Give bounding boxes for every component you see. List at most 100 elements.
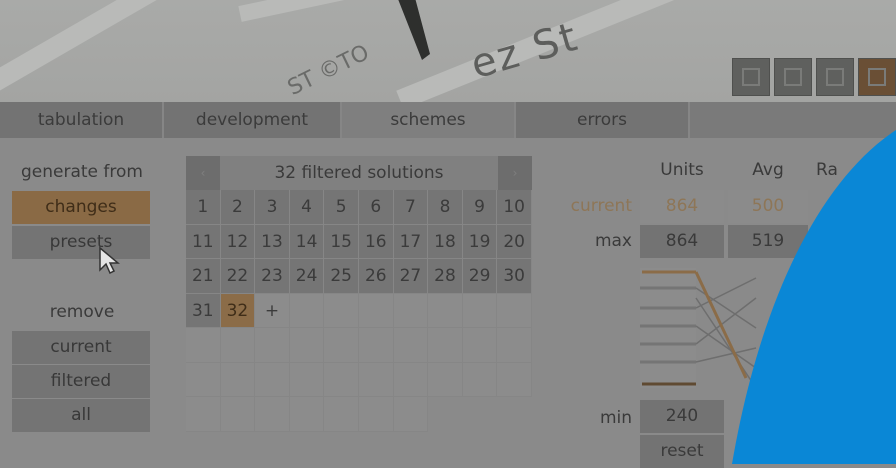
empty-solution-slot [428, 328, 463, 363]
empty-solution-slot [358, 293, 394, 328]
empty-solution-slot [220, 362, 256, 397]
map-tool-button[interactable] [858, 58, 896, 96]
empty-solution-slot [220, 328, 256, 363]
solution-cell[interactable]: 4 [289, 190, 325, 225]
map-view[interactable]: ST ©TO ez St [0, 0, 896, 104]
solution-cell[interactable]: 14 [289, 224, 325, 259]
grid-blank [462, 397, 498, 432]
map-toolbar [732, 58, 896, 96]
empty-solution-slot [393, 397, 429, 432]
solution-cell[interactable]: 16 [358, 224, 394, 259]
square-icon [784, 68, 802, 86]
map-road [238, 0, 496, 22]
empty-solution-slot [497, 328, 532, 363]
mouse-cursor-icon [99, 246, 120, 275]
add-solution-button[interactable]: + [255, 293, 290, 328]
presets-button[interactable]: presets [12, 226, 150, 259]
min-units-value[interactable]: 240 [640, 400, 724, 433]
solution-cell[interactable]: 11 [186, 224, 221, 259]
solution-cell[interactable]: 7 [393, 190, 429, 225]
changes-button[interactable]: changes [12, 191, 150, 224]
units-header: Units [660, 160, 704, 180]
remove-current-button[interactable]: current [12, 331, 150, 364]
solution-cell[interactable]: 23 [255, 259, 290, 294]
solution-cell[interactable]: 8 [428, 190, 463, 225]
empty-solution-slot [186, 397, 221, 432]
empty-solution-slot [324, 328, 359, 363]
grid-blank [497, 397, 532, 432]
solution-cell[interactable]: 22 [220, 259, 256, 294]
min-row-label: min [599, 408, 632, 428]
remove-label: remove [49, 302, 115, 322]
prev-page-button[interactable]: ‹ [186, 156, 220, 190]
solution-cell[interactable]: 30 [497, 259, 532, 294]
tab-development[interactable]: development [164, 102, 342, 138]
solution-cell[interactable]: 9 [462, 190, 498, 225]
solution-cell[interactable]: 15 [324, 224, 359, 259]
empty-solution-slot [289, 328, 325, 363]
empty-solution-slot [393, 293, 429, 328]
solution-cell[interactable]: 20 [497, 224, 532, 259]
reset-button[interactable]: reset [640, 435, 724, 468]
max-units-value[interactable]: 864 [640, 225, 724, 258]
empty-solution-slot [358, 328, 394, 363]
solution-cell[interactable]: 29 [462, 259, 498, 294]
solution-cell[interactable]: 27 [393, 259, 429, 294]
solution-cell[interactable]: 10 [497, 190, 532, 225]
solution-cell[interactable]: 31 [186, 293, 221, 328]
solution-cell[interactable]: 19 [462, 224, 498, 259]
solution-cell[interactable]: 28 [428, 259, 463, 294]
current-units-value: 864 [640, 190, 724, 223]
map-tool-button[interactable] [774, 58, 812, 96]
empty-solution-slot [462, 293, 498, 328]
empty-solution-slot [428, 293, 463, 328]
empty-solution-slot [324, 397, 359, 432]
empty-solution-slot [462, 328, 498, 363]
parallel-coordinates-plot[interactable] [636, 268, 836, 398]
solutions-header: ‹ 32 filtered solutions › [186, 156, 532, 190]
remove-all-button[interactable]: all [12, 399, 150, 432]
solution-cell[interactable]: 13 [255, 224, 290, 259]
current-avg-value: 500 [728, 190, 808, 223]
solution-cell[interactable]: 25 [324, 259, 359, 294]
solution-cell[interactable]: 21 [186, 259, 221, 294]
square-icon [742, 68, 760, 86]
solution-cell[interactable]: 32 [220, 293, 256, 328]
solutions-grid: 1 2 3 4 5 6 7 8 9 10 11 12 13 14 15 16 17 18 19 20 21 22 23 24 2… [186, 190, 532, 434]
solution-cell[interactable]: 3 [255, 190, 290, 225]
tab-tabulation[interactable]: tabulation [0, 102, 164, 138]
empty-solution-slot [324, 293, 359, 328]
solution-cell[interactable]: 18 [428, 224, 463, 259]
solution-cell[interactable]: 26 [358, 259, 394, 294]
next-page-button[interactable]: › [498, 156, 532, 190]
current-row-label: current [570, 196, 632, 216]
solution-cell[interactable]: 1 [186, 190, 221, 225]
map-road [0, 0, 329, 104]
empty-solution-slot [428, 362, 463, 397]
map-tool-button[interactable] [816, 58, 854, 96]
map-tool-button[interactable] [732, 58, 770, 96]
empty-solution-slot [497, 293, 532, 328]
square-icon [868, 68, 886, 86]
solution-cell[interactable]: 17 [393, 224, 429, 259]
solution-cell[interactable]: 12 [220, 224, 256, 259]
remove-filtered-button[interactable]: filtered [12, 365, 150, 398]
map-pin-icon [398, 0, 430, 60]
empty-solution-slot [255, 397, 290, 432]
empty-solution-slot [289, 293, 325, 328]
tab-errors[interactable]: errors [516, 102, 690, 138]
tab-bar-filler [690, 102, 896, 138]
generate-from-label: generate from [21, 162, 143, 182]
square-icon [826, 68, 844, 86]
solution-cell[interactable]: 24 [289, 259, 325, 294]
tab-schemes[interactable]: schemes [342, 102, 516, 138]
solution-cell[interactable]: 2 [220, 190, 256, 225]
empty-solution-slot [255, 328, 290, 363]
solution-cell[interactable]: 6 [358, 190, 394, 225]
max-avg-value[interactable]: 519 [728, 225, 808, 258]
empty-solution-slot [186, 362, 221, 397]
solution-cell[interactable]: 5 [324, 190, 359, 225]
empty-solution-slot [358, 362, 394, 397]
empty-solution-slot [324, 362, 359, 397]
empty-solution-slot [393, 328, 429, 363]
